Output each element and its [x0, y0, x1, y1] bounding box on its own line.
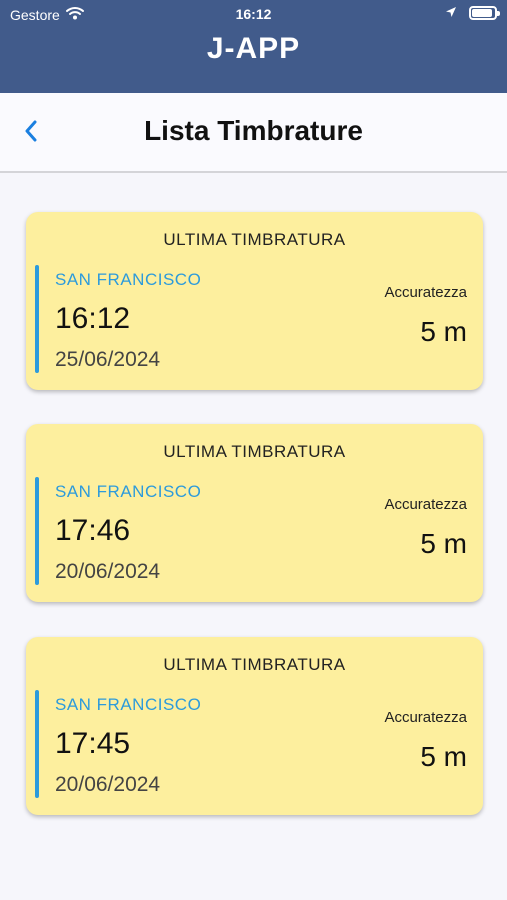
page-title: Lista Timbrature — [144, 115, 363, 146]
accuracy-label: Accuratezza — [384, 709, 467, 726]
card-time: 17:46 — [55, 514, 131, 547]
card-date: 20/06/2024 — [55, 560, 161, 583]
timbratura-card[interactable]: ULTIMA TIMBRATURA SAN FRANCISCO 17:45 20… — [26, 637, 483, 815]
card-location: SAN FRANCISCO — [55, 482, 202, 501]
card-time: 17:45 — [55, 727, 131, 760]
card-date: 20/06/2024 — [55, 773, 161, 796]
accuracy-label: Accuratezza — [384, 284, 467, 301]
app-title: J-APP — [206, 32, 301, 65]
card-accent-bar — [35, 477, 39, 585]
card-time: 16:12 — [55, 302, 131, 335]
timbratura-card[interactable]: ULTIMA TIMBRATURA SAN FRANCISCO 17:46 20… — [26, 424, 483, 602]
app-header: Gestore 16:12 J-APP — [0, 0, 507, 93]
status-time: 16:12 — [235, 6, 272, 22]
accuracy-value: 5 m — [420, 528, 467, 559]
timbratura-card[interactable]: ULTIMA TIMBRATURA SAN FRANCISCO 16:12 25… — [26, 212, 483, 390]
status-right-icons — [445, 5, 500, 21]
navigation-bar: Lista Timbrature — [0, 93, 507, 173]
battery-icon — [469, 6, 500, 20]
accuracy-value: 5 m — [420, 316, 467, 347]
card-location: SAN FRANCISCO — [55, 270, 202, 289]
card-header: ULTIMA TIMBRATURA — [163, 230, 346, 249]
card-header: ULTIMA TIMBRATURA — [163, 442, 346, 461]
battery-level — [472, 9, 492, 17]
card-header: ULTIMA TIMBRATURA — [163, 655, 346, 674]
accuracy-label: Accuratezza — [384, 496, 467, 513]
location-arrow-icon — [445, 5, 457, 21]
accuracy-value: 5 m — [420, 741, 467, 772]
status-bar: Gestore 16:12 — [0, 0, 507, 28]
card-date: 25/06/2024 — [55, 348, 161, 371]
card-accent-bar — [35, 690, 39, 798]
card-accent-bar — [35, 265, 39, 373]
card-location: SAN FRANCISCO — [55, 695, 202, 714]
